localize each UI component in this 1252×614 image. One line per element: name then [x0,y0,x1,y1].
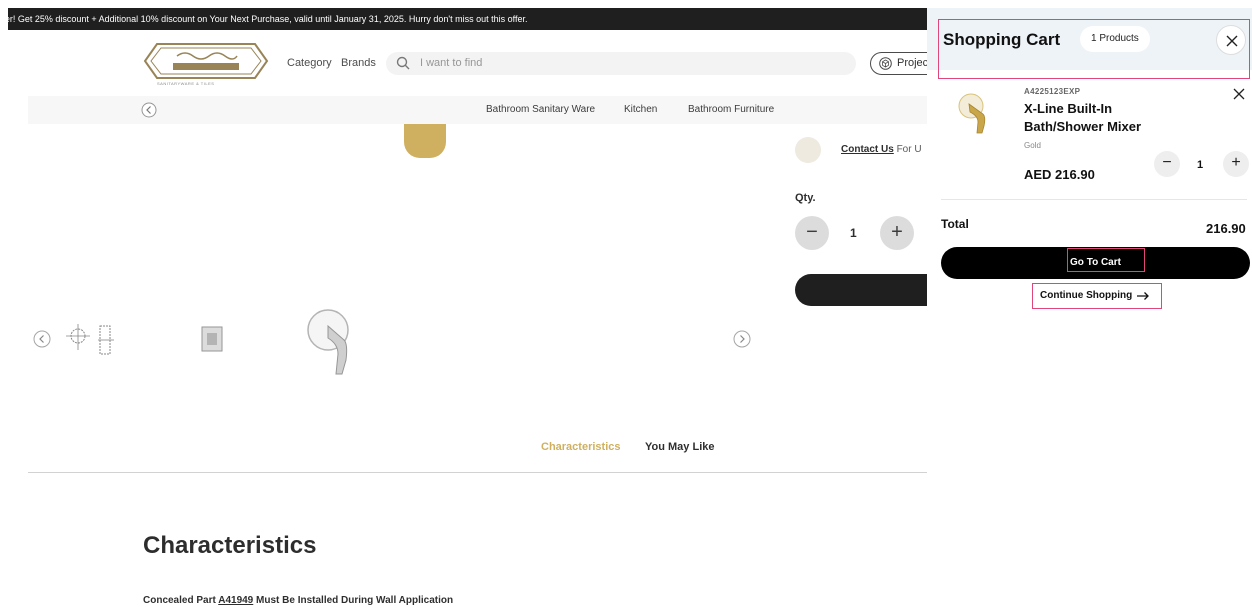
cart-item-decrease-button[interactable]: − [1154,151,1180,177]
cart-item-divider [941,199,1247,200]
cart-item-name[interactable]: X-Line Built-In Bath/Shower Mixer [1024,100,1174,136]
cart-item-image[interactable] [957,92,991,134]
go-to-cart-label: Go To Cart [1070,257,1121,268]
total-label: Total [941,217,969,231]
shopping-cart-drawer: Shopping Cart 1 Products A4225123EXP X-L… [927,8,1252,614]
cart-header-highlight [938,19,1250,79]
cart-item-price: AED 216.90 [1024,167,1095,182]
total-value: 216.90 [1206,221,1246,236]
cart-item-increase-button[interactable]: + [1223,151,1249,177]
arrow-right-icon [1137,292,1149,300]
cart-item-qty: 1 [1197,159,1204,171]
window-edge [0,0,8,614]
page-dim-overlay[interactable] [0,0,927,614]
remove-item-icon[interactable] [1233,88,1245,100]
page: ffer! Get 25% discount + Additional 10% … [0,0,1252,614]
continue-shopping-link[interactable]: Continue Shopping [1032,283,1162,309]
cart-item-variant: Gold [1024,141,1041,150]
cart-item-sku: A4225123EXP [1024,87,1081,96]
go-to-cart-button[interactable]: Go To Cart [941,247,1250,279]
continue-shopping-label: Continue Shopping [1040,290,1133,301]
